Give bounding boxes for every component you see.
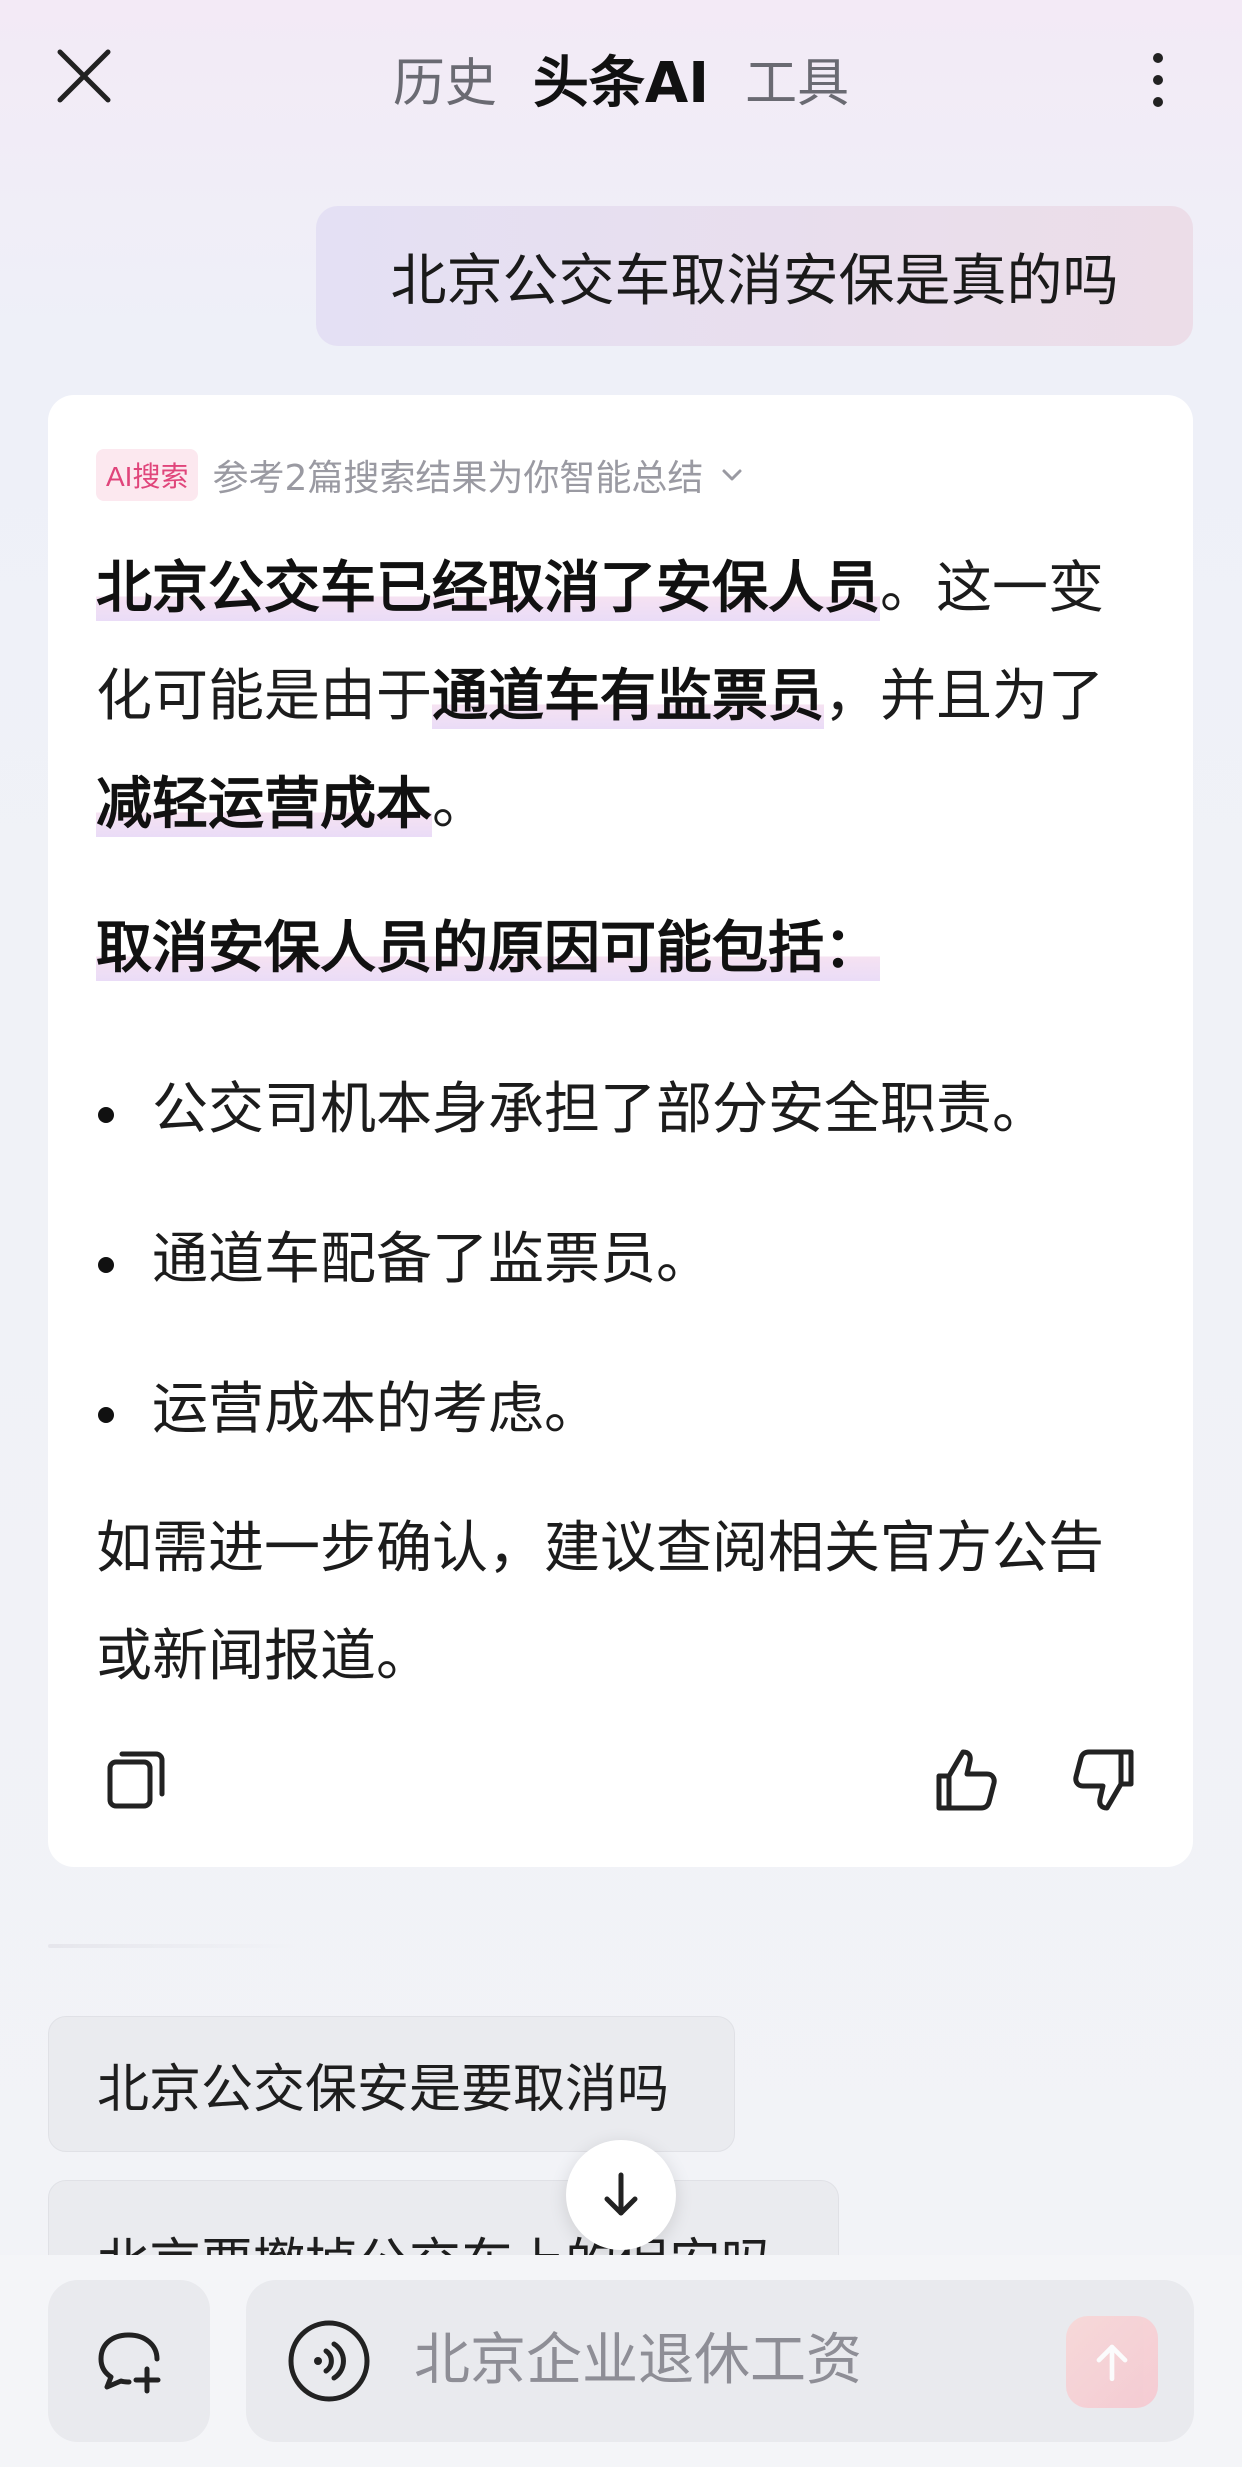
chat-input-placeholder[interactable]: 北京企业退休工资 bbox=[414, 2280, 862, 2442]
tab-toutiao-ai[interactable]: 头条AI bbox=[533, 38, 709, 119]
list-item: 运营成本的考虑。 bbox=[96, 1335, 1156, 1485]
user-message-bubble: 北京公交车取消安保是真的吗 bbox=[316, 206, 1193, 346]
tab-history[interactable]: 历史 bbox=[393, 41, 497, 116]
bullet-dot bbox=[98, 1107, 114, 1123]
bullet-dot bbox=[98, 1257, 114, 1273]
voice-input-button[interactable] bbox=[286, 2318, 372, 2404]
more-options-button[interactable] bbox=[1128, 40, 1188, 120]
new-chat-button[interactable] bbox=[48, 2280, 210, 2442]
answer-heading: 取消安保人员的原因可能包括： bbox=[96, 895, 1156, 1003]
voice-icon bbox=[288, 2320, 370, 2402]
list-item-text: 公交司机本身承担了部分安全职责。 bbox=[152, 1077, 1048, 1142]
answer-text-2: ，并且为了 bbox=[824, 664, 1104, 729]
reason-list: 公交司机本身承担了部分安全职责。 通道车配备了监票员。 运营成本的考虑。 bbox=[96, 1035, 1156, 1485]
dislike-button[interactable] bbox=[1065, 1740, 1145, 1820]
section-divider bbox=[48, 1944, 298, 1948]
copy-icon bbox=[107, 1751, 165, 1809]
new-chat-icon bbox=[98, 2332, 161, 2394]
like-button[interactable] bbox=[925, 1740, 1005, 1820]
answer-closing: 如需进一步确认，建议查阅相关官方公告或新闻报道。 bbox=[96, 1516, 1104, 1689]
chat-input-box[interactable]: 北京企业退休工资 bbox=[246, 2280, 1194, 2442]
answer-actions bbox=[96, 1740, 1145, 1820]
send-button[interactable] bbox=[1066, 2316, 1158, 2408]
thumbs-down-icon bbox=[1073, 1749, 1134, 1811]
list-item: 公交司机本身承担了部分安全职责。 bbox=[96, 1035, 1156, 1185]
answer-highlight-3: 减轻运营成本 bbox=[96, 772, 432, 837]
list-item-text: 运营成本的考虑。 bbox=[152, 1377, 600, 1442]
copy-button[interactable] bbox=[96, 1740, 176, 1820]
header-tabs: 历史 头条AI 工具 bbox=[0, 38, 1242, 118]
answer-highlight-2: 通道车有监票员 bbox=[432, 664, 824, 729]
list-item: 通道车配备了监票员。 bbox=[96, 1185, 1156, 1335]
suggested-question[interactable]: 北京公交保安是要取消吗 bbox=[48, 2016, 735, 2152]
ai-search-badge: AI搜索 bbox=[96, 449, 199, 501]
chevron-down-icon bbox=[722, 469, 742, 481]
scroll-to-bottom-button[interactable] bbox=[566, 2140, 676, 2250]
tab-tools[interactable]: 工具 bbox=[745, 41, 849, 116]
answer-paragraph-1: 北京公交车已经取消了安保人员。这一变化可能是由于通道车有监票员，并且为了减轻运营… bbox=[96, 535, 1156, 859]
reference-summary-text: 参考2篇搜索结果为你智能总结 bbox=[212, 458, 704, 499]
answer-highlight-1: 北京公交车已经取消了安保人员 bbox=[96, 556, 880, 621]
arrow-down-icon bbox=[604, 2172, 638, 2216]
answer-heading-text: 取消安保人员的原因可能包括： bbox=[96, 916, 880, 981]
send-arrow-icon bbox=[1096, 2344, 1128, 2382]
answer-text-3: 。 bbox=[432, 772, 488, 837]
thumbs-up-icon bbox=[936, 1749, 997, 1811]
list-item-text: 通道车配备了监票员。 bbox=[152, 1227, 712, 1292]
answer-card: AI搜索 参考2篇搜索结果为你智能总结 北京公交车已经取消了安保人员。这一变化可… bbox=[48, 395, 1193, 1867]
bullet-dot bbox=[98, 1407, 114, 1423]
more-vertical-icon bbox=[1153, 53, 1163, 63]
ai-reference-header[interactable]: AI搜索 参考2篇搜索结果为你智能总结 bbox=[96, 449, 747, 501]
